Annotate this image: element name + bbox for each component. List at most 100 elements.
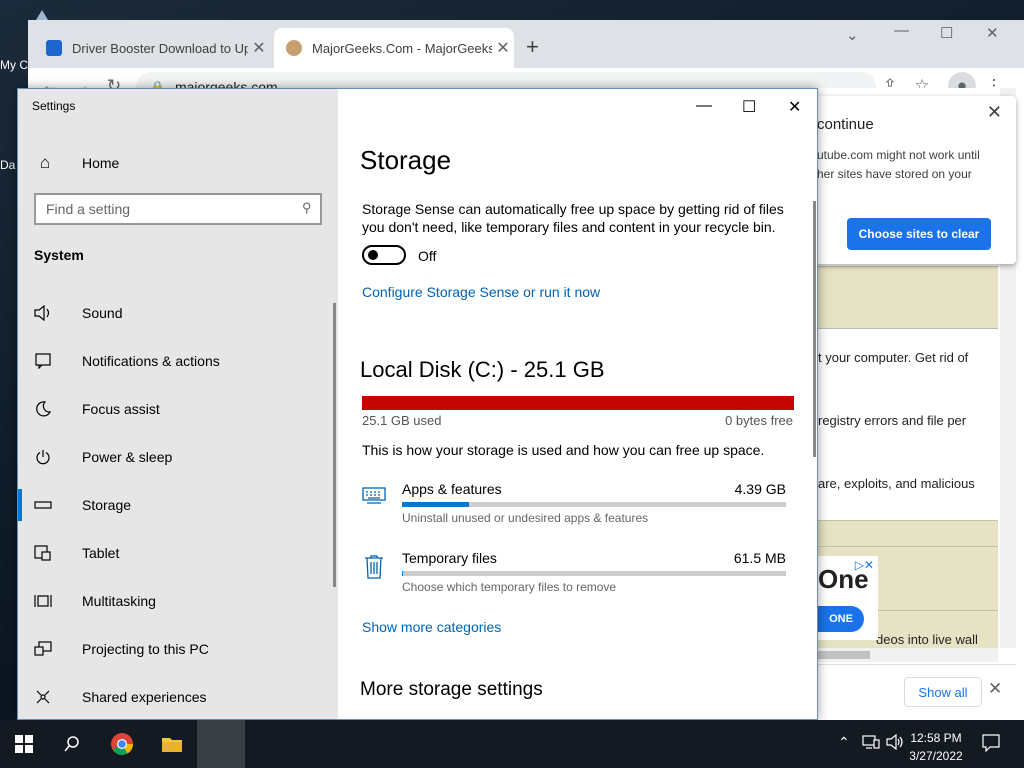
storage-usage-hint: This is how your storage is used and how… [362,442,765,458]
home-label: Home [82,155,120,171]
minimize-icon[interactable]: — [894,22,909,39]
category-temporary-files[interactable]: Temporary files 61.5 MB Choose which tem… [362,550,786,600]
page-text: deos into live wall [876,632,978,647]
chrome-taskbar-button[interactable] [98,720,146,768]
clock-time: 12:58 PM [910,731,962,745]
close-icon[interactable]: ✕ [788,97,801,117]
nav-item-shared-experiences[interactable]: Shared experiences [18,673,338,721]
close-tab-icon[interactable]: ✕ [492,38,514,58]
page-title: Storage [360,145,452,175]
close-tab-icon[interactable]: ✕ [248,38,270,58]
window-title: Settings [32,99,76,113]
show-all-button[interactable]: Show all [904,677,982,707]
start-button[interactable] [0,720,48,768]
nav-label: Multitasking [82,593,156,609]
show-hidden-icons-chevron-icon[interactable]: ⌃ [838,734,850,751]
disk-free-label: 0 bytes free [725,413,793,428]
shared-icon [34,688,52,706]
storage-sense-description: Storage Sense can automatically free up … [362,201,784,235]
page-banner [816,266,998,328]
configure-storage-sense-link[interactable]: Configure Storage Sense or run it now [362,284,600,300]
page-text: are, exploits, and malicious [818,476,975,491]
browser-tab[interactable]: Driver Booster Download to Upd ✕ [34,28,270,68]
network-icon[interactable] [862,734,880,753]
multitasking-icon [34,592,52,610]
folder-icon [162,738,182,752]
find-setting-search-input[interactable]: Find a setting ⚲ [34,193,322,225]
nav-label: Power & sleep [82,449,173,465]
nav-item-tablet[interactable]: Tablet [18,529,338,577]
chrome-icon [111,733,133,755]
close-download-bar-icon[interactable]: ✕ [988,679,1002,699]
nav-label: Focus assist [82,401,160,417]
nav-item-storage[interactable]: Storage [18,481,338,529]
ad-text: One [818,564,869,594]
home-nav-item[interactable]: ⌂ Home [34,153,120,173]
tab-title: MajorGeeks.Com - MajorGeeks [312,40,492,56]
category-size: 4.39 GB [734,481,786,497]
desktop-icon-label[interactable]: My C [0,58,28,72]
settings-taskbar-button[interactable] [197,720,245,768]
nav-item-focus-assist[interactable]: Focus assist [18,385,338,433]
search-button[interactable] [48,720,96,768]
windows-logo-icon [15,735,33,753]
tab-title: Driver Booster Download to Upd [72,40,248,56]
page-text: t your computer. Get rid of [818,350,969,365]
search-placeholder: Find a setting [46,201,131,217]
disk-used-label: 25.1 GB used [362,413,442,428]
tab-search-icon[interactable]: ⌄ [846,26,859,44]
tablet-icon [34,544,52,562]
file-explorer-taskbar-button[interactable] [148,720,196,768]
category-usage-fill [402,571,403,576]
advertisement[interactable]: ▷✕ One ONE [818,556,878,640]
new-tab-icon[interactable]: + [526,34,539,60]
moon-icon [34,400,52,418]
disk-usage-bar [362,396,794,410]
action-center-icon[interactable] [982,734,1000,755]
nav-item-notifications[interactable]: Notifications & actions [18,337,338,385]
category-size: 61.5 MB [733,550,786,566]
keyboard-icon [362,485,386,509]
content-scrollbar[interactable] [813,201,816,457]
clock-date: 3/27/2022 [909,749,963,763]
popup-title: continue [817,116,874,133]
more-storage-settings-heading: More storage settings [360,679,543,700]
category-description: Choose which temporary files to remove [402,580,617,594]
nav-item-power-sleep[interactable]: Power & sleep [18,433,338,481]
page-horizontal-scrollbar[interactable] [818,648,998,662]
page-section [816,520,998,546]
choose-sites-button[interactable]: Choose sites to clear [847,218,991,250]
speaker-icon [34,304,52,322]
ad-button[interactable]: ONE [818,606,864,632]
nav-scrollbar[interactable] [333,303,336,587]
minimize-icon[interactable]: — [696,97,712,115]
storage-sense-toggle[interactable] [362,245,406,265]
nav-item-sound[interactable]: Sound [18,289,338,337]
desktop-icon-label[interactable]: Da [0,158,15,172]
taskbar: ⌃ 12:58 PM 3/27/2022 [0,720,1024,768]
browser-tab-active[interactable]: MajorGeeks.Com - MajorGeeks ✕ [274,28,514,68]
category-apps-features[interactable]: Apps & features 4.39 GB Uninstall unused… [362,481,786,531]
nav-item-multitasking[interactable]: Multitasking [18,577,338,625]
settings-nav-list: Sound Notifications & actions Focus assi… [18,289,338,721]
storage-icon [34,496,52,514]
taskbar-clock[interactable]: 12:58 PM 3/27/2022 [904,729,968,765]
show-more-categories-link[interactable]: Show more categories [362,619,501,635]
nav-label: Storage [82,497,132,513]
download-bar: Show all ✕ [818,664,1016,720]
nav-item-projecting[interactable]: Projecting to this PC [18,625,338,673]
nav-label: Shared experiences [82,689,207,705]
close-icon[interactable]: ✕ [986,24,999,42]
search-icon: ⚲ [302,200,312,215]
nav-label: Tablet [82,545,120,561]
settings-window: Settings ⌂ Home Find a setting ⚲ System … [17,88,818,720]
nav-label: Sound [82,305,123,321]
category-usage-fill [402,502,470,507]
maximize-icon[interactable]: ☐ [742,97,756,117]
page-text: registry errors and file per [818,413,967,428]
nav-label: Projecting to this PC [82,641,209,657]
volume-icon[interactable] [886,733,904,753]
notification-icon [34,352,52,370]
maximize-icon[interactable]: ☐ [940,24,953,42]
popup-close-icon[interactable]: ✕ [987,102,1002,123]
